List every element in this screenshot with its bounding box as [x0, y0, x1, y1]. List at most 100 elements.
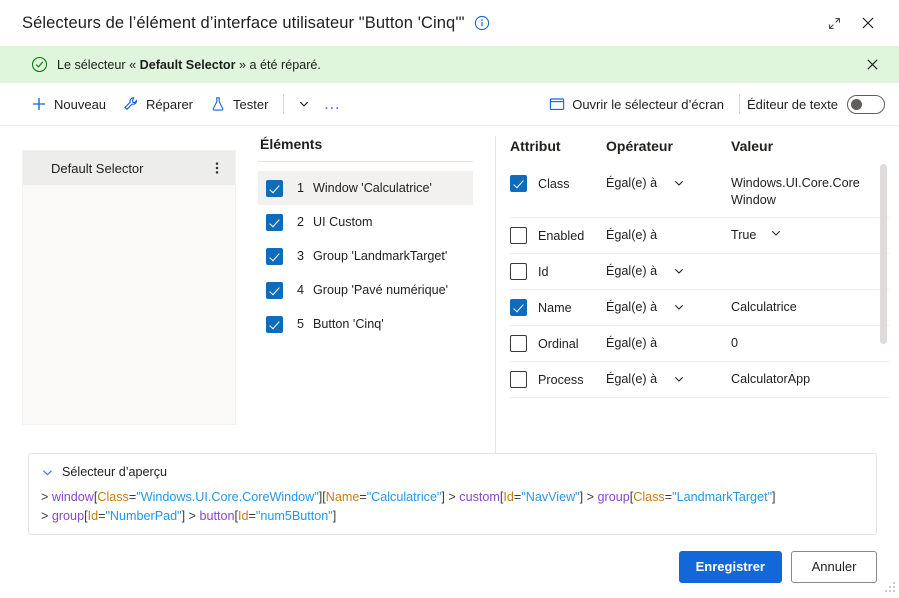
- chevron-down-icon-preview[interactable]: [41, 466, 54, 479]
- attribute-row-class[interactable]: Class Égal(e) à Windows.UI.Core.CoreWind…: [510, 166, 889, 218]
- selector-list-item-label: Default Selector: [51, 160, 144, 176]
- selector-token-brk-48: ]: [332, 509, 337, 523]
- attribute-checkbox-id[interactable]: [510, 263, 527, 280]
- selector-token-str-38: "NumberPad": [105, 509, 182, 523]
- element-checkbox-5[interactable]: [266, 315, 283, 333]
- element-row-4[interactable]: 4 Group 'Pavé numérique': [258, 273, 473, 307]
- attribute-name-id: Id: [538, 264, 549, 279]
- notification-selector-name: Default Selector: [139, 57, 236, 72]
- element-checkbox-4[interactable]: [266, 281, 283, 299]
- toolbar-divider-2: [738, 94, 740, 114]
- selector-token-brk-39: ]: [181, 509, 186, 523]
- attribute-row-process[interactable]: Process Égal(e) à CalculatorApp: [510, 362, 889, 398]
- open-screen-selector-button[interactable]: Ouvrir le sélecteur d’écran: [540, 89, 732, 119]
- selector-token-str-11: "Calculatrice": [366, 490, 442, 504]
- selector-token-str-29: "LandmarkTarget": [672, 490, 773, 504]
- restore-icon[interactable]: [817, 8, 851, 38]
- element-checkbox-2[interactable]: [266, 213, 283, 231]
- selector-list-item[interactable]: Default Selector: [23, 151, 235, 185]
- chevron-down-icon[interactable]: [291, 90, 317, 118]
- element-checkbox-3[interactable]: [266, 247, 283, 265]
- test-button-label: Tester: [233, 96, 269, 112]
- element-index-3: 3: [297, 249, 305, 263]
- attribute-row-enabled[interactable]: Enabled Égal(e) à True: [510, 218, 889, 254]
- element-row-2[interactable]: 2 UI Custom: [258, 205, 473, 239]
- toolbar: Nouveau Réparer Tester … Ouvrir le sélec…: [0, 83, 899, 126]
- attribute-operator-name: Égal(e) à: [606, 300, 658, 314]
- attributes-body: Class Égal(e) à Windows.UI.Core.CoreWind…: [510, 166, 889, 453]
- selector-token-tag-16: custom: [459, 490, 500, 504]
- attribute-value-process: CalculatorApp: [731, 372, 811, 386]
- selector-token-attr-18: Id: [503, 490, 514, 504]
- selector-token-gt-14: >: [448, 490, 456, 504]
- attribute-row-ordinal[interactable]: Ordinal Égal(e) à 0: [510, 326, 889, 362]
- attribute-name-name: Name: [538, 300, 572, 315]
- chevron-down-icon-op-name[interactable]: [673, 301, 685, 313]
- close-icon[interactable]: [851, 8, 885, 38]
- selector-token-eq-10: =: [359, 490, 367, 504]
- attribute-name-ordinal: Ordinal: [538, 336, 579, 351]
- selector-token-tag-2: window: [51, 490, 94, 504]
- attribute-operator-ordinal: Égal(e) à: [606, 336, 658, 350]
- attributes-scrollbar[interactable]: [880, 164, 887, 344]
- attribute-checkbox-enabled[interactable]: [510, 227, 527, 244]
- attribute-row-id[interactable]: Id Égal(e) à: [510, 254, 889, 290]
- element-checkbox-1[interactable]: [266, 179, 283, 197]
- selectors-panel: Default Selector: [22, 150, 236, 425]
- selector-token-brk-12: ]: [441, 490, 445, 504]
- attribute-operator-process: Égal(e) à: [606, 372, 658, 386]
- repair-button[interactable]: Réparer: [114, 89, 201, 119]
- text-editor-label: Éditeur de texte: [746, 96, 838, 112]
- selector-token-attr-27: Class: [633, 490, 665, 504]
- element-row-5[interactable]: 5 Button 'Cinq': [258, 307, 473, 341]
- element-label-5: Button 'Cinq': [313, 317, 384, 331]
- new-button[interactable]: Nouveau: [22, 89, 114, 119]
- element-row-1[interactable]: 1 Window 'Calculatrice': [258, 171, 473, 205]
- selector-token-attr-36: Id: [87, 509, 99, 523]
- notification-text-before: Le sélecteur «: [57, 57, 140, 72]
- more-vertical-icon[interactable]: [207, 156, 227, 180]
- flask-icon: [209, 96, 226, 113]
- chevron-down-icon-op-id[interactable]: [673, 265, 685, 277]
- selector-token-gt-0: >: [41, 490, 49, 504]
- attribute-checkbox-class[interactable]: [510, 175, 527, 192]
- info-icon[interactable]: [474, 15, 490, 31]
- chevron-down-icon-val-enabled[interactable]: [770, 227, 782, 239]
- resize-grip[interactable]: [883, 582, 895, 594]
- attribute-name-class: Class: [538, 176, 570, 191]
- check-circle-icon: [31, 56, 48, 73]
- selector-token-tag-25: group: [597, 490, 630, 504]
- text-editor-toggle[interactable]: [847, 94, 885, 114]
- notification-close-icon[interactable]: [859, 52, 885, 78]
- title-bar: Sélecteurs de l’élément d’interface util…: [0, 0, 899, 46]
- preview-selector-header[interactable]: Sélecteur d’aperçu: [41, 465, 862, 479]
- element-index-5: 5: [297, 317, 305, 331]
- more-options-icon[interactable]: …: [317, 90, 347, 118]
- chevron-down-icon-op-process[interactable]: [673, 373, 685, 385]
- selector-token-gt-23: >: [586, 490, 595, 504]
- attributes-panel: Attribut Opérateur Valeur Class Égal(e) …: [495, 136, 889, 453]
- selector-token-str-47: "num5Button": [255, 509, 333, 523]
- attribute-checkbox-ordinal[interactable]: [510, 335, 527, 352]
- element-row-3[interactable]: 3 Group 'LandmarkTarget': [258, 239, 473, 273]
- chevron-down-icon-op-class[interactable]: [673, 177, 685, 189]
- attribute-row-name[interactable]: Name Égal(e) à Calculatrice: [510, 290, 889, 326]
- attribute-checkbox-process[interactable]: [510, 371, 527, 388]
- preview-selector-title: Sélecteur d’aperçu: [62, 465, 168, 479]
- test-button[interactable]: Tester: [201, 89, 276, 119]
- selector-token-eq-46: =: [248, 509, 256, 523]
- attribute-value-name: Calculatrice: [731, 300, 797, 314]
- cancel-button[interactable]: Annuler: [791, 550, 877, 583]
- selector-token-attr-9: Name: [325, 490, 360, 504]
- element-label-4: Group 'Pavé numérique': [313, 283, 449, 297]
- attributes-header: Attribut Opérateur Valeur: [510, 138, 889, 166]
- save-button[interactable]: Enregistrer: [678, 550, 782, 583]
- elements-list: 1 Window 'Calculatrice' 2 UI Custom 3 Gr…: [258, 161, 473, 453]
- attributes-header-value: Valeur: [731, 138, 774, 154]
- dialog-footer: Enregistrer Annuler: [0, 535, 899, 598]
- preview-selector-panel: Sélecteur d’aperçu > window[Class="Windo…: [28, 453, 877, 535]
- attribute-value-enabled: True: [731, 228, 757, 242]
- attribute-value-ordinal: 0: [731, 336, 739, 350]
- attribute-checkbox-name[interactable]: [510, 299, 527, 316]
- wrench-icon: [122, 96, 139, 113]
